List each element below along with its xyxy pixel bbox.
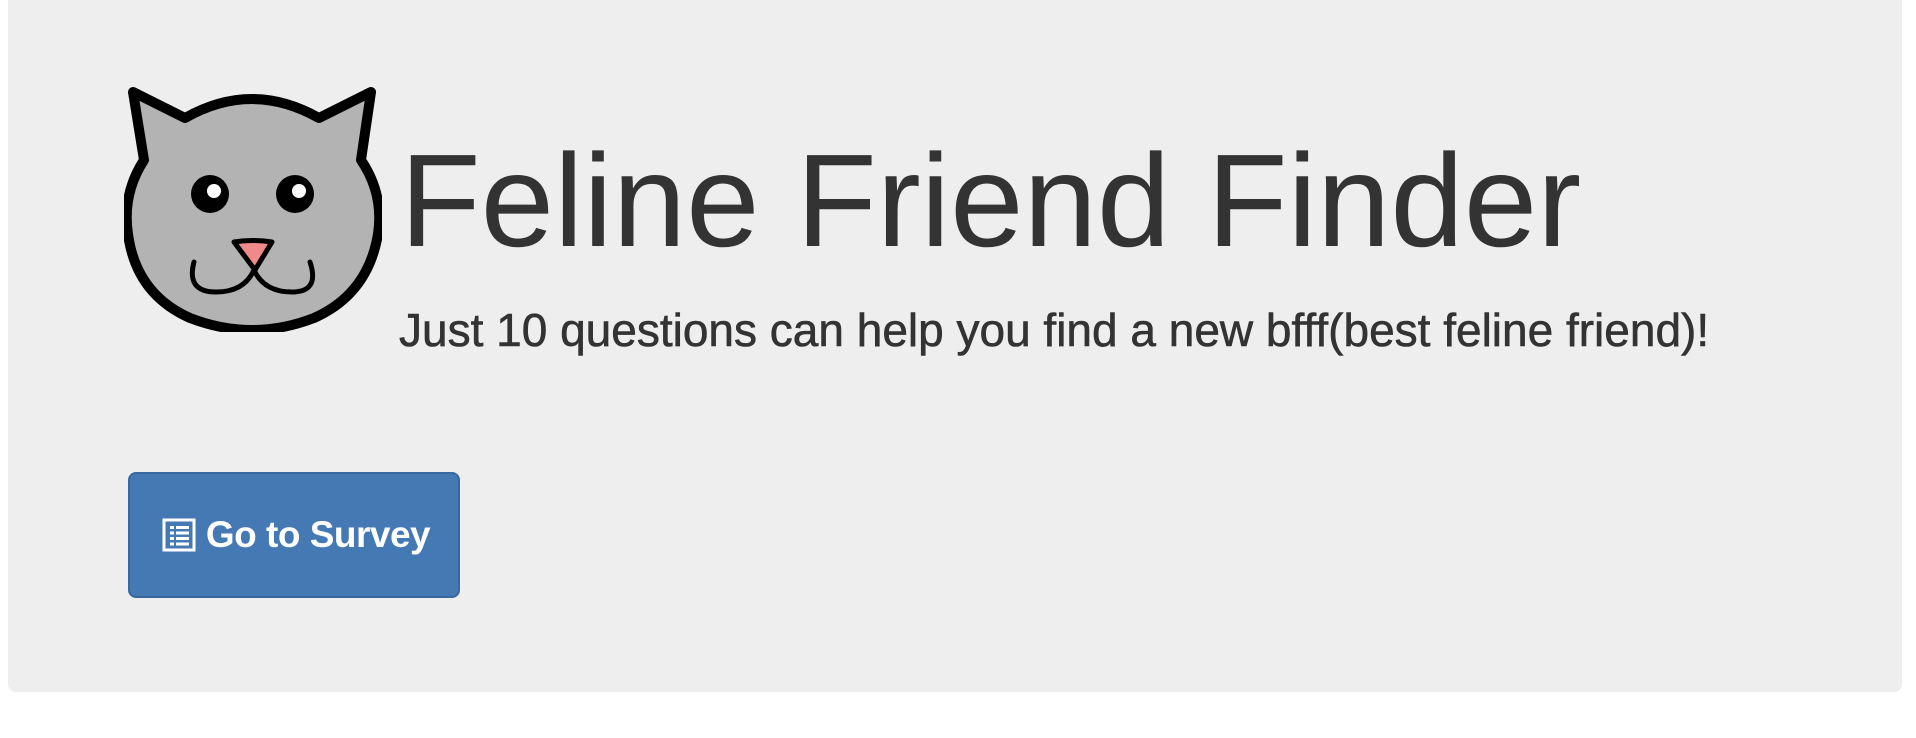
page-title: Feline Friend Finder: [400, 127, 1582, 274]
go-to-survey-label: Go to Survey: [205, 514, 431, 555]
page: Feline Friend Finder Just 10 questions c…: [0, 0, 1916, 738]
go-to-survey-button[interactable]: Go to Survey: [128, 472, 460, 598]
list-alt-icon: [162, 518, 196, 552]
tagline: Just 10 questions can help you find a ne…: [399, 304, 1710, 357]
cat-face-icon: [124, 87, 382, 332]
